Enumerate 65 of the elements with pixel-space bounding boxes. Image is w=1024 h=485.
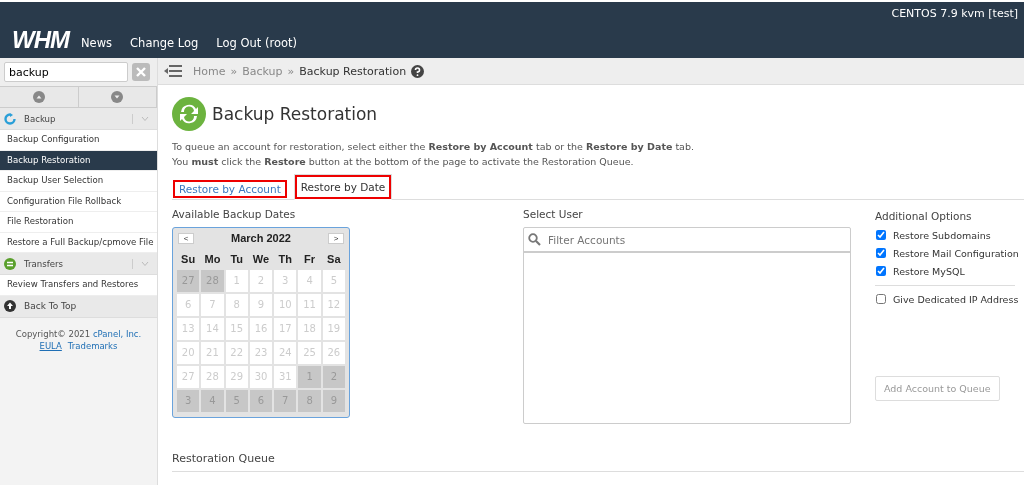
nav-link[interactable]: News — [81, 36, 113, 54]
expand-button[interactable] — [78, 87, 157, 107]
checkbox[interactable] — [876, 248, 886, 258]
up-arrow-icon — [4, 300, 16, 312]
logo[interactable]: WHM — [12, 26, 69, 54]
checkbox-label: Restore Mail Configuration — [893, 247, 1019, 259]
nav-link[interactable]: Log Out (root) — [216, 36, 298, 54]
breadcrumb-separator: » — [230, 64, 238, 78]
section-label: Available Backup Dates — [172, 208, 297, 220]
sidebar-item[interactable]: Configuration File Rollback — [0, 191, 157, 212]
chevron-icon — [141, 260, 149, 267]
section-label: Additional Options — [875, 210, 973, 222]
down-icon — [111, 91, 124, 103]
weekday-label: Fr — [303, 252, 317, 267]
weekday-label: Sa — [326, 252, 342, 267]
breadcrumb-current: Backup Restoration — [299, 64, 407, 78]
month-label: March 2022 — [231, 232, 291, 244]
footer-link[interactable]: Trademarks — [67, 340, 118, 351]
checkbox[interactable] — [876, 230, 886, 240]
company-link[interactable]: cPanel, Inc. — [92, 328, 142, 339]
page-title: Backup Restoration — [212, 104, 378, 124]
back-to-top-link[interactable]: Back To Top — [0, 295, 157, 318]
prev-month-button[interactable]: < — [178, 232, 194, 244]
section-title: Restoration Queue — [172, 452, 1024, 472]
sidebar-item[interactable]: Backup Restoration — [0, 150, 157, 171]
sidebar-item[interactable]: File Restoration — [0, 212, 157, 233]
next-month-button[interactable]: > — [328, 232, 344, 244]
collapse-button[interactable] — [0, 87, 79, 107]
weekday-label: Th — [277, 252, 293, 267]
close-icon — [136, 67, 146, 77]
server-label: CENTOS 7.9 kvm [test] — [891, 7, 1018, 20]
sidebar-group-header[interactable]: Backup — [0, 108, 157, 130]
search-field[interactable]: backup — [4, 62, 128, 82]
checkbox[interactable] — [876, 266, 886, 276]
breadcrumb-separator: » — [287, 64, 295, 78]
checkbox-label: Restore Subdomains — [893, 229, 991, 241]
chevron-icon — [141, 115, 149, 122]
checkbox[interactable] — [876, 294, 886, 304]
sidebar-item[interactable]: Backup User Selection — [0, 171, 157, 192]
intro-text: To queue an account for restoration, select either the Restore by Account tab or the Restore by Date tab. — [172, 140, 695, 154]
search-icon — [528, 233, 541, 246]
weekday-label: We — [251, 252, 271, 267]
section-label: Select User — [523, 208, 584, 220]
sidebar-item[interactable]: Backup Configuration — [0, 130, 157, 151]
up-icon — [32, 91, 45, 103]
intro-text: You must click the Restore button at the bottom of the page to activate the Restoration Queue. — [172, 155, 635, 169]
sidebar-item[interactable]: Review Transfers and Restores — [0, 275, 157, 296]
help-icon[interactable] — [411, 64, 425, 78]
copyright-text: Copyright© 2021 cPanel, Inc. — [14, 327, 143, 340]
restore-icon — [172, 97, 206, 131]
checkbox-label: Give Dedicated IP Address — [893, 293, 1019, 305]
tab[interactable]: Restore by Date — [293, 174, 393, 200]
weekday-label: Mo — [203, 252, 222, 267]
weekday-label: Tu — [229, 252, 244, 267]
nav-link[interactable]: Change Log — [130, 36, 199, 54]
sidebar-item[interactable]: Restore a Full Backup/cpmove File — [0, 232, 157, 253]
account-list[interactable]: Filter Accounts — [523, 227, 851, 424]
checkbox-label: Restore MySQL — [893, 265, 965, 277]
transfer-icon — [4, 257, 16, 270]
sidebar-group-header[interactable]: Transfers — [0, 253, 157, 275]
footer-link[interactable]: EULA — [39, 340, 62, 351]
menu-icon[interactable] — [164, 64, 182, 78]
tab[interactable]: Restore by Account — [172, 179, 288, 199]
weekday-label: Su — [180, 252, 197, 267]
refresh-icon — [4, 112, 16, 125]
